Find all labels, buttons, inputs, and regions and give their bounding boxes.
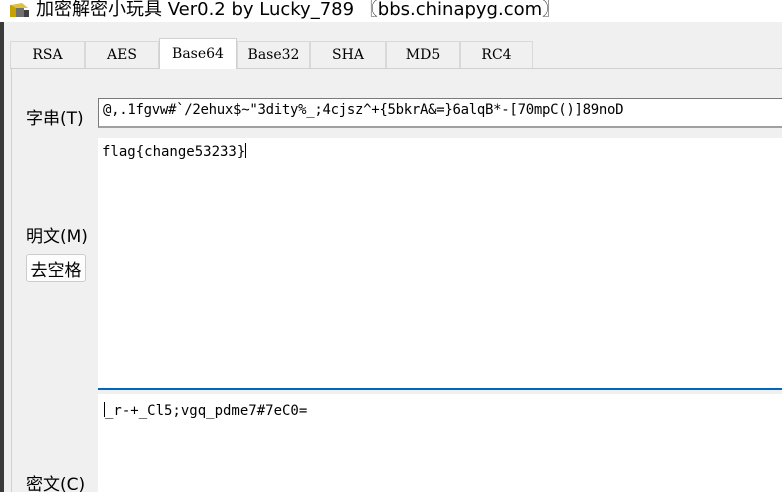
- app-icon: [10, 3, 29, 17]
- plaintext-input[interactable]: flag{change53233}: [98, 138, 782, 390]
- tab-base64[interactable]: Base64: [159, 38, 237, 69]
- tab-rsa[interactable]: RSA: [10, 41, 85, 68]
- plaintext-label: 明文(M): [26, 227, 88, 247]
- key-label: 字串(T): [26, 109, 84, 129]
- tab-base32[interactable]: Base32: [237, 41, 310, 68]
- text-cursor: [245, 143, 247, 158]
- ciphertext-input[interactable]: _r-+_Cl5;vgq_pdme7#7eC0=: [98, 394, 782, 492]
- ciphertext-label: 密文(C): [26, 475, 86, 492]
- window-edge: [0, 0, 4, 492]
- app-window: 加密解密小玩具 Ver0.2 by Lucky_789 〖bbs.chinapy…: [0, 0, 782, 492]
- tab-sha[interactable]: SHA: [310, 41, 386, 68]
- remove-spaces-button[interactable]: 去空格: [26, 254, 86, 282]
- tab-rc4[interactable]: RC4: [460, 41, 533, 68]
- tab-md5[interactable]: MD5: [386, 41, 460, 68]
- ciphertext-text: _r-+_Cl5;vgq_pdme7#7eC0=: [105, 403, 308, 419]
- tab-aes[interactable]: AES: [85, 41, 159, 68]
- key-input[interactable]: @,.1fgvw#`/2ehux$~"3dity%_;4cjsz^+{5bkrA…: [98, 98, 782, 128]
- window-title: 加密解密小玩具 Ver0.2 by Lucky_789 〖bbs.chinapy…: [36, 0, 561, 20]
- title-bar: 加密解密小玩具 Ver0.2 by Lucky_789 〖bbs.chinapy…: [0, 0, 782, 22]
- plaintext-text: flag{change53233}: [102, 144, 246, 160]
